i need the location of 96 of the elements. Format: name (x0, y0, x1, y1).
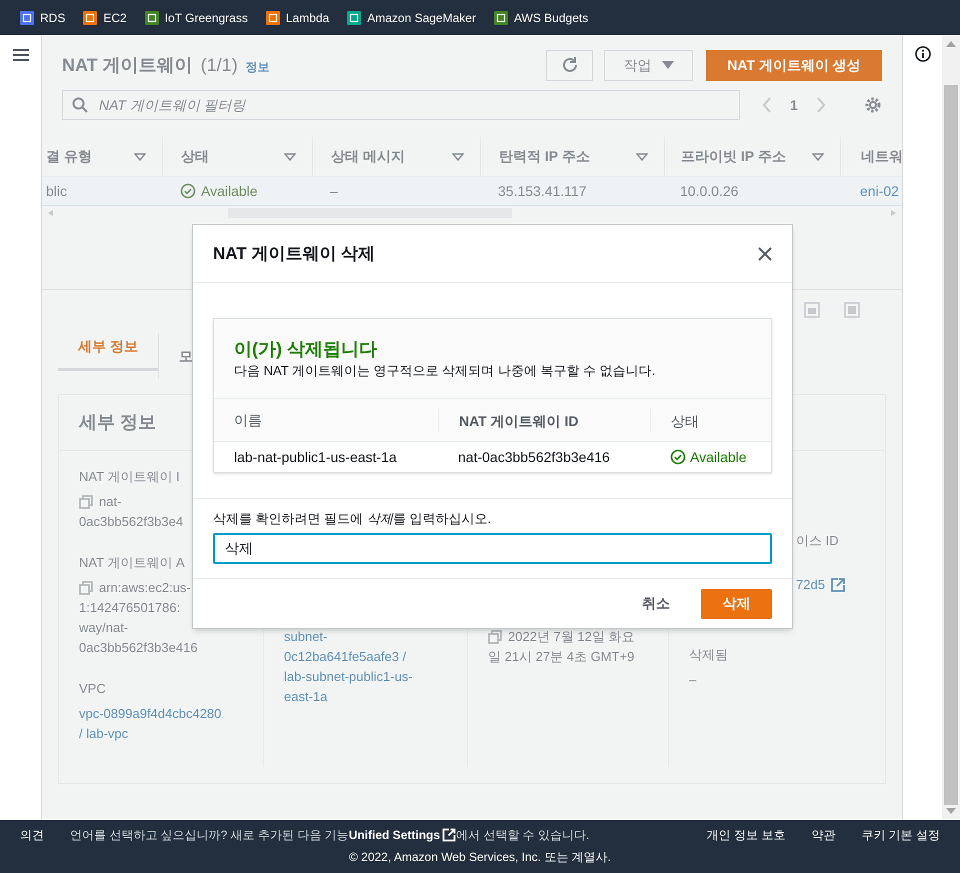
settings-icon[interactable] (864, 96, 882, 114)
scroll-down-icon[interactable] (946, 808, 956, 814)
status-text: Available (690, 448, 747, 466)
service-shortcut[interactable]: Lambda (266, 8, 330, 26)
field-value: way/nat- (79, 619, 128, 637)
table-row[interactable]: blic Available – 35.153.41.117 10.0.0.26 eni-02 (42, 177, 902, 206)
scroll-right-icon[interactable] (890, 210, 896, 216)
unified-settings-link[interactable]: Unified Settings (348, 826, 456, 844)
status-text: Available (201, 182, 258, 200)
cancel-button[interactable]: 취소 (642, 593, 670, 614)
service-shortcut[interactable]: RDS (20, 8, 66, 26)
refresh-button[interactable] (546, 50, 593, 80)
alert-message: 다음 NAT 게이트웨이는 영구적으로 삭제되며 나중에 복구할 수 없습니다. (234, 362, 656, 380)
confirm-instruction: 삭제를 확인하려면 필드에 삭제를 입력하십시오. (213, 510, 492, 528)
create-button[interactable]: NAT 게이트웨이 생성 (706, 50, 882, 80)
caret-icon (662, 61, 674, 69)
footer-link[interactable]: 개인 정보 보호 (706, 826, 786, 844)
column-header[interactable]: 탄력적 IP 주소 (499, 146, 590, 167)
refresh-icon (560, 56, 578, 74)
sort-icon[interactable] (636, 152, 648, 160)
column-header[interactable]: 상태 (181, 146, 209, 167)
close-icon[interactable] (758, 246, 772, 260)
field-link[interactable]: / lab-vpc (79, 724, 128, 744)
panel-icon[interactable] (804, 302, 820, 318)
column-header[interactable]: 상태 메시지 (331, 146, 405, 167)
table-cell-text: blic (46, 182, 68, 200)
page-number[interactable]: 1 (790, 94, 798, 116)
language-notice: 언어를 선택하고 싶으십니까? 새로 추가된 다음 기능Unified Settings 에서 선택할 수 있습니다. (70, 826, 590, 844)
sort-icon[interactable] (452, 152, 464, 160)
column-header[interactable]: 프라이빗 IP 주소 (681, 146, 786, 167)
page-title: NAT 게이트웨이 (62, 54, 193, 76)
feedback-link[interactable]: 의견 (20, 826, 44, 844)
field-value: – (689, 671, 696, 689)
info-link[interactable]: 정보 (246, 58, 270, 76)
field-link[interactable]: 72d5 (796, 575, 825, 595)
field-value: 0ac3bb562f3b3e416 (79, 639, 198, 657)
interface-link[interactable]: eni-02 (860, 180, 899, 202)
field-link[interactable]: lab-subnet-public1-us- (284, 667, 413, 687)
table-cell-text: 10.0.0.26 (680, 182, 738, 200)
search-icon (72, 97, 88, 113)
chevron-left-icon[interactable] (762, 97, 772, 113)
copy-icon[interactable] (488, 630, 502, 644)
actions-button[interactable]: 작업 (604, 50, 693, 80)
field-link[interactable]: east-1a (284, 687, 328, 707)
field-value: 2022년 7월 12일 화요 (508, 628, 634, 646)
field-link[interactable]: vpc-0899a9f4d4cbc4280 (79, 704, 222, 724)
scroll-up-icon[interactable] (946, 41, 956, 47)
section-heading: 세부 정보 (79, 411, 156, 434)
field-label: 삭제됨 (689, 646, 729, 664)
chevron-right-icon[interactable] (816, 97, 826, 113)
item-count: (1/1) (200, 54, 238, 77)
scrollbar[interactable] (942, 35, 960, 820)
table-cell-text: nat-0ac3bb562f3b3e416 (458, 448, 610, 466)
table-cell-text: lab-nat-public1-us-east-1a (234, 448, 397, 467)
sort-icon[interactable] (812, 152, 824, 160)
alert-title: 이(가) 삭제됩니다 (234, 338, 378, 360)
column-header[interactable]: 네트워 (861, 146, 902, 167)
confirm-input[interactable]: 삭제 (213, 533, 772, 564)
column-header[interactable]: 결 유형 (46, 146, 92, 167)
check-circle-icon (180, 183, 196, 199)
delete-button[interactable]: 삭제 (701, 588, 772, 618)
field-value: arn:aws:ec2:us- (99, 579, 191, 597)
check-circle-icon (670, 449, 686, 465)
table-cell-text: – (330, 182, 338, 200)
search-field[interactable]: NAT 게이트웨이 필터링 (62, 90, 740, 120)
column-header: NAT 게이트웨이 ID (458, 412, 579, 430)
panel-icon[interactable] (844, 302, 860, 318)
footer-link[interactable]: 쿠키 기본 설정 (861, 826, 940, 844)
service-shortcut[interactable]: Amazon SageMaker (347, 8, 476, 26)
service-shortcut[interactable]: AWS Budgets (494, 8, 588, 26)
scroll-left-icon[interactable] (48, 210, 54, 216)
service-shortcut[interactable]: EC2 (83, 8, 127, 26)
field-label: VPC (79, 680, 107, 698)
field-value: 0ac3bb562f3b3e4 (79, 513, 184, 531)
info-icon[interactable] (914, 46, 930, 62)
field-value: 일 21시 27분 4초 GMT+9 (488, 648, 634, 666)
field-link[interactable]: 0c12ba641fe5aafe3 / (284, 647, 406, 667)
field-label: 이스 ID (796, 532, 840, 550)
details-tab[interactable]: 세부 정보 (58, 325, 158, 371)
field-value: nat- (99, 493, 122, 511)
sort-icon[interactable] (284, 152, 296, 160)
column-header: 이름 (233, 410, 262, 430)
field-label: NAT 게이트웨이 I (79, 468, 181, 486)
footer-link[interactable]: 약관 (811, 826, 836, 844)
field-label: NAT 게이트웨이 A (79, 554, 186, 572)
service-shortcut[interactable]: IoT Greengrass (144, 8, 248, 26)
menu-icon[interactable] (12, 48, 28, 62)
sort-icon[interactable] (134, 152, 146, 160)
field-link[interactable]: subnet- (284, 627, 328, 647)
field-value: 1:142476501786: (79, 599, 180, 617)
column-header: 상태 (670, 412, 699, 430)
copy-icon[interactable] (79, 495, 93, 509)
dialog-title: NAT 게이트웨이 삭제 (213, 242, 376, 265)
table-cell-text: 35.153.41.117 (498, 182, 586, 200)
copyright-text: © 2022, Amazon Web Services, Inc. 또는 계열사. (348, 849, 612, 866)
copy-icon[interactable] (79, 581, 93, 595)
